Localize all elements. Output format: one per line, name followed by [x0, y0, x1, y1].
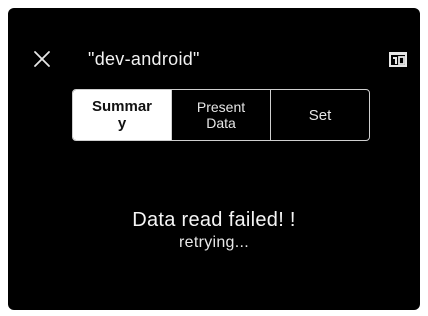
app-screen: "dev-android" Summar y Present Data Set … [8, 8, 420, 310]
retry-message: retrying... [179, 234, 249, 251]
error-message: Data read failed! ! [132, 209, 296, 231]
tab-present-data[interactable]: Present Data [171, 90, 270, 140]
status-message: Data read failed! ! retrying... [8, 209, 420, 252]
close-icon[interactable] [30, 47, 54, 71]
tab-set[interactable]: Set [270, 90, 369, 140]
header: "dev-android" [8, 44, 420, 76]
device-title: "dev-android" [88, 49, 200, 69]
segmented-tabs: Summar y Present Data Set [72, 89, 370, 141]
calendar-icon[interactable] [388, 50, 408, 68]
tab-summary[interactable]: Summar y [73, 90, 171, 140]
status-bar [8, 8, 420, 30]
